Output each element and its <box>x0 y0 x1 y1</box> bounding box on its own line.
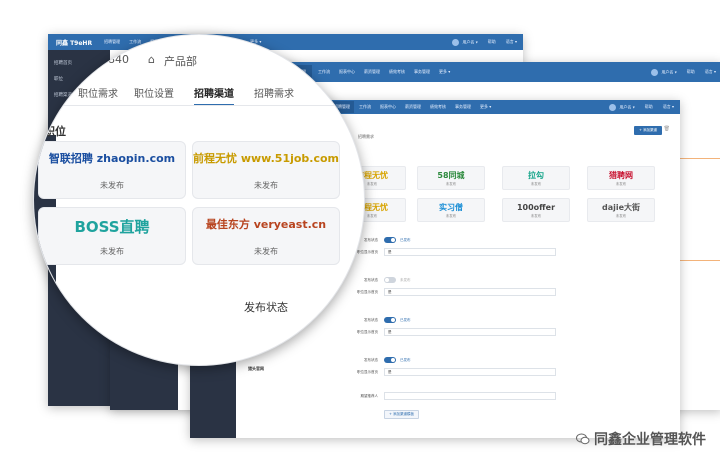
lens-channel-card[interactable]: BOSS直聘未发布 <box>38 207 186 265</box>
nav-item[interactable]: 报表中心 <box>380 104 396 110</box>
nav-item[interactable]: 绩效考核 <box>430 104 446 110</box>
channel-card[interactable]: 100offer 未发布 <box>502 198 570 222</box>
publish-status-label: 发布状态 <box>244 301 288 314</box>
watermark: 同鑫企业管理软件 <box>576 429 706 449</box>
tab-job-settings[interactable]: 职位设置 <box>134 85 174 100</box>
channel-status: 未发布 <box>100 181 124 190</box>
nav-item[interactable]: 薪资管理 <box>405 104 421 110</box>
publish-status-text: 未发布 <box>400 278 411 282</box>
nav-item[interactable]: 薪资管理 <box>364 69 380 75</box>
app-logo: 同鑫 T9eHR <box>56 39 93 47</box>
user-menu[interactable]: 用户名 ▾ <box>651 68 677 76</box>
nav-item[interactable]: 绩效考核 <box>389 69 405 75</box>
channel-status: 未发布 <box>530 214 542 218</box>
avatar <box>609 103 617 111</box>
divider <box>680 260 720 261</box>
lens-channel-card[interactable]: 智联招聘 zhaopin.com 未发布 <box>38 141 186 199</box>
language-menu[interactable]: 语言 ▾ <box>705 69 716 75</box>
channel-card[interactable]: dajie大街未发布 <box>587 198 655 222</box>
channel-status: 未发布 <box>445 182 457 186</box>
nav-item[interactable]: 更多 ▾ <box>439 69 450 75</box>
back-window-topbar: 同鑫 T9eHR 招聘管理 工作流 报表中心 薪资管理 绩效考核 事务管理 更多… <box>48 34 523 50</box>
channel-card[interactable]: 猎聘网 未发布 <box>587 166 655 190</box>
lens-channel-card[interactable]: 前程无忧 www.51job.com 未发布 <box>192 141 340 199</box>
field-label: 期望推荐人 <box>360 394 379 398</box>
user-menu[interactable]: 用户名 ▾ <box>609 103 635 111</box>
field-select[interactable]: 是 <box>384 288 556 296</box>
tab-demand[interactable]: 招聘需求 <box>358 134 374 144</box>
nav-item[interactable]: 更多 ▾ <box>480 104 491 110</box>
channel-logo: 智联招聘 zhaopin.com <box>48 152 176 165</box>
department-label: 产品部 <box>164 55 197 68</box>
magnifier-lens: 47840 ⌂ 产品部 职位需求 职位设置 招聘渠道 招聘需求 职位 智联招聘 … <box>33 34 365 366</box>
publish-status-text: 已发布 <box>400 238 411 242</box>
department-icon: ⌂ <box>148 53 155 66</box>
channel-logo: 实习僧 <box>439 203 463 212</box>
wechat-icon <box>576 433 590 445</box>
recommender-select[interactable] <box>384 392 556 400</box>
job-code: 47840 <box>94 53 129 66</box>
nav-item[interactable]: 事务管理 <box>414 69 430 75</box>
channel-card[interactable]: 58同城未发布 <box>417 166 485 190</box>
channel-status: 未发布 <box>445 214 457 218</box>
field-label: 职位显示首页 <box>357 330 378 334</box>
channel-logo: 58同城 <box>437 171 465 180</box>
help-link[interactable]: 帮助 <box>687 69 695 75</box>
channel-logo: 猎聘网 <box>609 171 633 180</box>
language-menu[interactable]: 语言 ▾ <box>663 104 674 110</box>
field-select[interactable]: 是 <box>384 248 556 256</box>
channel-status: 未发布 <box>100 247 124 256</box>
avatar <box>452 38 460 46</box>
publish-status-label: 发布状态 <box>364 318 378 322</box>
nav-item[interactable]: 工作流 <box>318 69 330 75</box>
channel-logo: BOSS直聘 <box>74 218 150 236</box>
nav-item[interactable]: 报表中心 <box>339 69 355 75</box>
channel-status: 未发布 <box>254 247 278 256</box>
channel-logo: 100offer <box>516 203 556 212</box>
channel-card[interactable]: 实习僧 未发布 <box>417 198 485 222</box>
nav-item[interactable]: 招聘管理 <box>104 39 120 45</box>
lens-channel-card[interactable]: 最佳东方 veryeast.cn 未发布 <box>192 207 340 265</box>
channel-card[interactable]: 拉勾 未发布 <box>502 166 570 190</box>
channel-status: 未发布 <box>615 182 627 186</box>
sidebar-item-jobs[interactable]: 职位 <box>54 76 63 82</box>
add-template-button[interactable]: + 添加渠道模板 <box>384 410 420 419</box>
publish-toggle[interactable] <box>384 357 396 363</box>
publish-toggle[interactable] <box>384 277 396 283</box>
delete-icon[interactable]: 🗑 <box>664 126 670 132</box>
section-title: 职位 <box>44 125 66 138</box>
publish-toggle[interactable] <box>384 237 396 243</box>
user-menu[interactable]: 用户名 ▾ <box>452 38 478 46</box>
help-link[interactable]: 帮助 <box>645 104 653 110</box>
help-link[interactable]: 帮助 <box>488 39 496 45</box>
language-menu[interactable]: 语言 ▾ <box>506 39 517 45</box>
channel-status: 未发布 <box>530 182 542 186</box>
tab-job-demand[interactable]: 职位需求 <box>78 85 118 100</box>
avatar <box>651 68 659 76</box>
field-label: 职位显示首页 <box>357 370 378 374</box>
screenshot-canvas: 同鑫 T9eHR 招聘管理 工作流 报表中心 薪资管理 绩效考核 事务管理 更多… <box>0 0 720 469</box>
channel-status: 未发布 <box>615 214 627 218</box>
form-group-title: 猎头官网 <box>248 366 264 371</box>
publish-toggle[interactable] <box>384 317 396 323</box>
divider <box>680 158 720 159</box>
sidebar-item-home[interactable]: 招聘首页 <box>54 60 72 66</box>
add-channel-button[interactable]: + 添加渠道 <box>633 126 662 135</box>
field-select[interactable]: 是 <box>384 328 556 336</box>
nav-item[interactable]: 事务管理 <box>455 104 471 110</box>
watermark-text: 同鑫企业管理软件 <box>594 432 706 448</box>
channel-logo: dajie大街 <box>601 203 641 212</box>
channel-status: 未发布 <box>254 181 278 190</box>
channel-logo: 拉勾 <box>528 171 544 180</box>
channel-logo: 最佳东方 veryeast.cn <box>205 218 327 231</box>
publish-status-text: 已发布 <box>400 358 411 362</box>
publish-status-text: 已发布 <box>400 318 411 322</box>
tab-recruit-demand[interactable]: 招聘需求 <box>254 85 294 100</box>
channel-logo: 前程无忧 www.51job.com <box>193 152 340 165</box>
publish-status-label: 发布状态 <box>364 358 378 362</box>
tab-channels[interactable]: 招聘渠道 <box>194 85 234 106</box>
tab-divider <box>34 105 364 106</box>
field-select[interactable]: 是 <box>384 368 556 376</box>
